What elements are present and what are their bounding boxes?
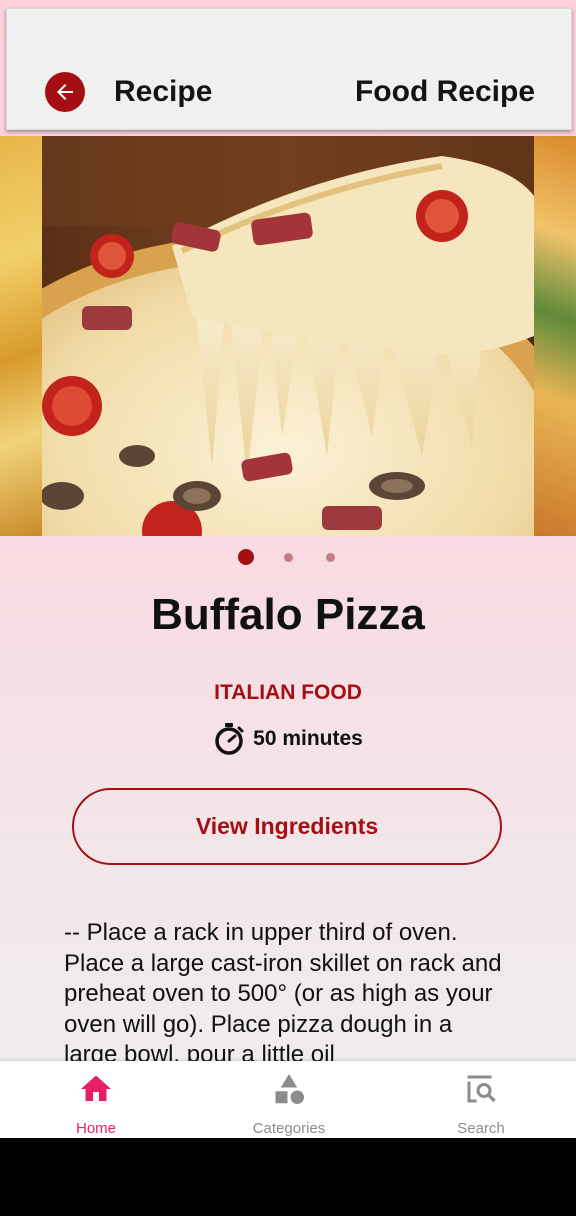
nav-search[interactable]: Search <box>421 1061 541 1138</box>
carousel-dot[interactable] <box>284 553 293 562</box>
next-slide-image[interactable] <box>534 136 576 536</box>
recipe-instructions: -- Place a rack in upper third of oven. … <box>64 919 502 1068</box>
bottom-navigation: Home Categories Search <box>0 1061 576 1138</box>
home-icon <box>81 1075 111 1101</box>
carousel-dot[interactable] <box>238 549 254 565</box>
nav-search-label: Search <box>457 1120 505 1137</box>
recipe-category: ITALIAN FOOD <box>214 681 362 704</box>
previous-slide-image[interactable] <box>0 136 42 536</box>
cooking-time-text: 50 minutes <box>253 727 363 750</box>
arrow-left-icon <box>57 84 73 100</box>
stopwatch-icon <box>215 723 244 755</box>
nav-home-label: Home <box>75 1120 116 1137</box>
nav-home[interactable]: Home <box>36 1061 156 1138</box>
carousel-dot[interactable] <box>326 553 335 562</box>
view-ingredients-button[interactable]: View Ingredients <box>72 788 502 865</box>
recipe-screen: Recipe Food Recipe Buffalo Pizza ITALIAN… <box>0 0 576 1138</box>
categories-icon <box>275 1074 304 1104</box>
image-carousel[interactable] <box>0 136 576 536</box>
app-title: Food Recipe <box>354 75 535 108</box>
carousel-indicator <box>0 549 576 565</box>
nav-categories-label: Categories <box>252 1120 326 1137</box>
recipe-title: Buffalo Pizza <box>151 590 425 639</box>
app-bar: Recipe Food Recipe <box>6 8 572 130</box>
search-icon <box>467 1075 496 1103</box>
pizza-image <box>42 136 534 536</box>
cooking-time: 50 minutes <box>0 722 576 756</box>
nav-categories[interactable]: Categories <box>229 1061 349 1138</box>
back-button[interactable] <box>45 72 85 112</box>
page-title: Recipe <box>114 75 213 108</box>
